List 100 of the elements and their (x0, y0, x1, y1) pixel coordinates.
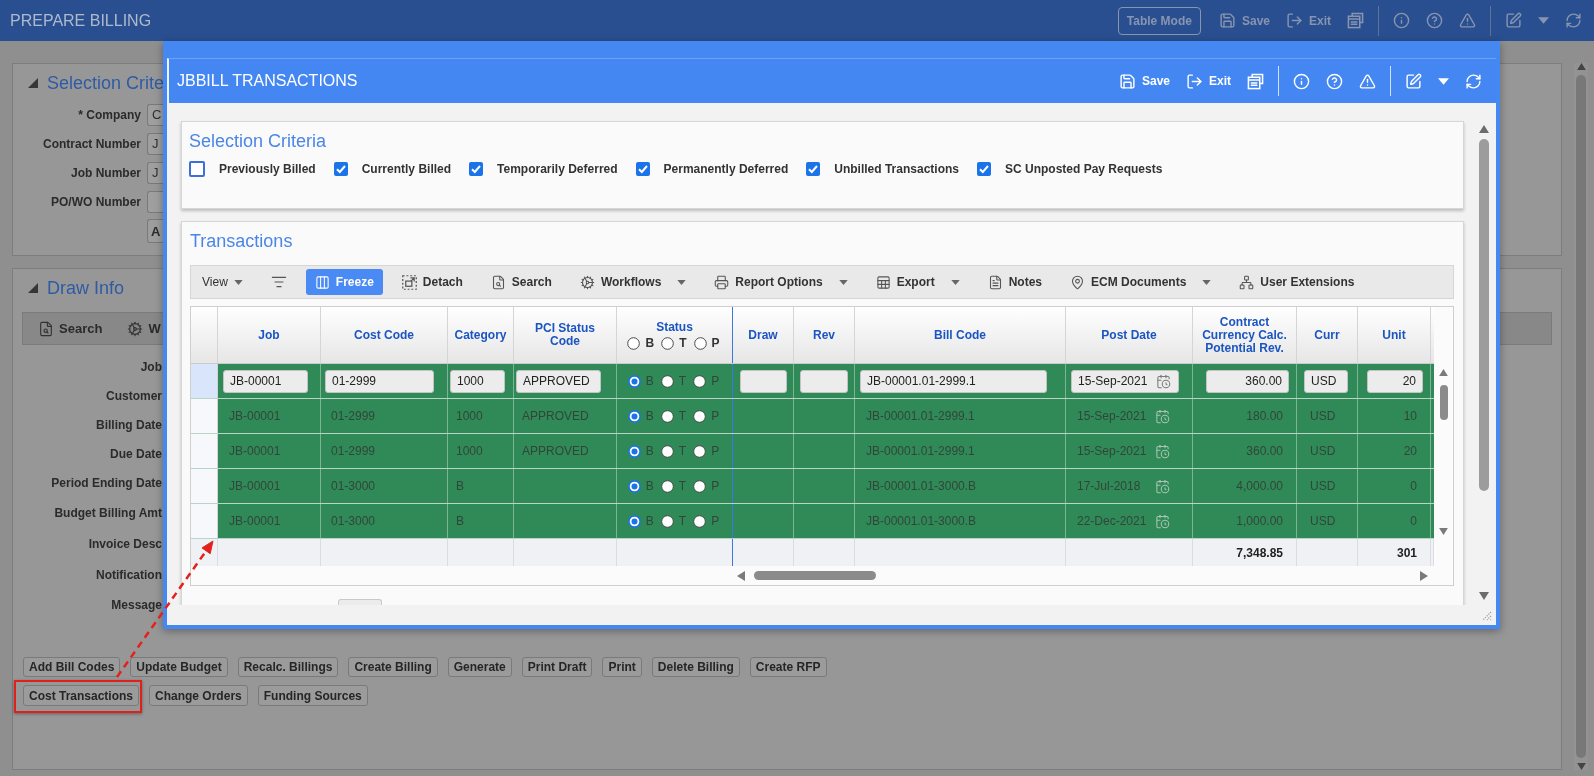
column-header[interactable]: Contract Currency Calc. Potential Rev. (1193, 307, 1297, 363)
checkbox[interactable] (469, 162, 484, 176)
action-button[interactable]: Change Orders (149, 685, 248, 706)
triangle-icon[interactable] (28, 78, 38, 88)
input-field[interactable]: 1000 (450, 369, 505, 393)
column-header[interactable]: Curr (1297, 307, 1358, 363)
checkbox[interactable] (977, 162, 991, 176)
checkbox[interactable] (333, 162, 348, 176)
warning-icon[interactable] (1459, 12, 1476, 29)
action-button[interactable]: Cost Transactions (23, 685, 140, 706)
input-field[interactable]: JB-00001.01-2999.1 (860, 369, 1047, 393)
radio-button[interactable] (693, 514, 707, 528)
view-menu[interactable]: View (193, 269, 252, 295)
input-field[interactable]: 360.00 (1206, 369, 1289, 393)
input-field[interactable] (147, 191, 163, 213)
caret-icon[interactable] (677, 279, 687, 285)
radio-button[interactable] (693, 444, 707, 458)
notes-button[interactable]: Notes (978, 269, 1051, 295)
freeze-button[interactable]: Freeze (305, 269, 383, 295)
input-field[interactable]: APPROVED (516, 369, 601, 393)
input-field[interactable]: 01-2999 (325, 369, 434, 393)
detach-button[interactable]: Detach (392, 269, 472, 295)
column-header[interactable]: PCI Status Code (514, 307, 617, 363)
calendar-icon[interactable] (1155, 513, 1170, 529)
save-button[interactable]: Save (1118, 72, 1170, 90)
input-field[interactable] (740, 369, 787, 393)
caret-icon[interactable] (838, 279, 848, 285)
checkbox[interactable] (806, 162, 821, 176)
windows-icon[interactable] (1347, 12, 1364, 29)
info-icon[interactable] (1393, 12, 1410, 29)
scrollbar-thumb[interactable] (1576, 75, 1586, 758)
radio-button[interactable] (660, 444, 674, 458)
column-header[interactable]: Draw (733, 307, 794, 363)
radio-button[interactable] (627, 514, 641, 528)
exit-button[interactable]: Exit (1186, 72, 1231, 90)
radio-button[interactable] (693, 374, 707, 388)
scroll-up-icon[interactable] (1576, 63, 1586, 70)
action-button[interactable]: Create Billing (348, 657, 438, 677)
calendar-icon[interactable] (1155, 443, 1170, 459)
radio-button[interactable] (693, 336, 707, 350)
radio-button[interactable] (627, 444, 641, 458)
refresh-icon[interactable] (1465, 72, 1482, 90)
scrollbar-thumb[interactable] (1439, 385, 1448, 420)
user-extensions-button[interactable]: User Extensions (1230, 269, 1364, 295)
date-field[interactable]: 15-Sep-2021 (1071, 369, 1179, 393)
report-options-menu[interactable]: Report Options (705, 269, 857, 295)
action-button[interactable]: Generate (447, 657, 512, 677)
caret-icon[interactable] (1538, 17, 1549, 24)
input-field[interactable]: 20 (1367, 369, 1423, 393)
input-field[interactable]: JB-00001 (223, 369, 308, 393)
scroll-down-icon[interactable] (1576, 763, 1586, 770)
search-button[interactable]: Search (38, 320, 103, 337)
triangle-icon[interactable] (28, 283, 38, 293)
radio-button[interactable] (693, 479, 707, 493)
scroll-left-icon[interactable] (737, 570, 745, 581)
column-header[interactable]: Bill Code (855, 307, 1066, 363)
action-button[interactable]: Funding Sources (257, 685, 368, 706)
action-button[interactable]: Update Budget (130, 657, 228, 677)
radio-button[interactable] (627, 374, 641, 388)
scrollbar-thumb[interactable] (1479, 139, 1489, 491)
calendar-icon[interactable] (1155, 478, 1170, 494)
column-header[interactable]: Category (448, 307, 514, 363)
filter-icon[interactable] (270, 274, 287, 290)
column-header[interactable]: Job (218, 307, 321, 363)
scroll-down-icon[interactable] (1439, 528, 1448, 535)
windows-icon[interactable] (1247, 72, 1264, 90)
input-field[interactable]: J (147, 162, 163, 184)
action-button[interactable]: Print Draft (521, 657, 593, 677)
export-menu[interactable]: Export (866, 269, 969, 295)
checkbox[interactable] (189, 161, 205, 177)
refresh-icon[interactable] (1565, 12, 1582, 29)
scroll-up-icon[interactable] (1479, 125, 1489, 133)
caret-icon[interactable] (233, 279, 243, 285)
radio-button[interactable] (693, 409, 707, 423)
scrollbar-thumb[interactable] (754, 571, 876, 580)
search-button[interactable]: Search (481, 269, 561, 295)
input-field[interactable]: C (147, 104, 163, 126)
checkbox[interactable] (635, 162, 650, 176)
radio-button[interactable] (627, 479, 641, 493)
column-header[interactable]: Cost Code (321, 307, 448, 363)
help-icon[interactable] (1426, 12, 1443, 29)
calendar-icon[interactable] (1156, 373, 1171, 389)
table-row[interactable]: JB-00001 01-2999 1000 APPROVED B T P JB-00001.01-2999.1 15-Sep-2021 360.00 USD 20 (191, 364, 1434, 399)
radio-button[interactable] (660, 514, 674, 528)
radio-button[interactable] (661, 336, 675, 350)
action-button[interactable]: Print (602, 657, 642, 677)
column-header[interactable]: Unit (1358, 307, 1431, 363)
workflows-menu[interactable]: Workflows (570, 269, 696, 295)
calendar-icon[interactable] (1155, 408, 1170, 424)
action-button[interactable]: Add Bill Codes (23, 657, 121, 677)
column-header[interactable]: Rev (794, 307, 855, 363)
input-field[interactable]: USD (1304, 369, 1348, 393)
action-button[interactable]: A (147, 219, 163, 243)
edit-icon[interactable] (1505, 12, 1522, 29)
caret-icon[interactable] (1202, 279, 1212, 285)
radio-button[interactable] (660, 409, 674, 423)
documents-menu[interactable]: ECM Documents (1061, 269, 1221, 295)
action-button[interactable]: Recalc. Billings (237, 657, 339, 677)
workflows-menu[interactable]: W (127, 320, 161, 337)
radio-button[interactable] (627, 409, 641, 423)
